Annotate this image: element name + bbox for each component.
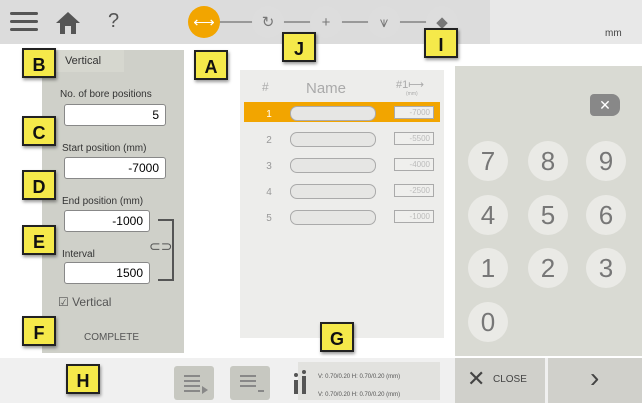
mode-rotate-icon[interactable]: ↻ [252,6,284,38]
key-2[interactable]: 2 [528,248,568,288]
row-name-field[interactable] [290,184,376,199]
callout-c: C [22,116,56,146]
col-header-num: # [262,80,269,94]
col-header-position-unit: (mm) [406,91,418,97]
complete-button[interactable]: COMPLETE [84,332,139,343]
tolerance-line-1: V: 0.70/0.20 H: 0.70/0.20 (mm) [318,374,401,380]
row-num: 1 [266,109,272,120]
link-icon[interactable]: ⊂⊃ [149,238,172,255]
vertical-checkbox[interactable]: ☑ Vertical [58,295,111,309]
close-button[interactable]: ✕ CLOSE [455,358,545,403]
remove-row-icon[interactable] [230,366,270,400]
key-7[interactable]: 7 [468,141,508,181]
tolerance-info: V: 0.70/0.20 H: 0.70/0.20 (mm) V: 0.70/0… [294,362,440,400]
help-icon[interactable]: ? [108,10,119,33]
end-position-input[interactable]: -1000 [64,210,150,232]
row-num: 4 [266,187,272,198]
mode-plumb-icon[interactable]: ⩛ [368,6,400,38]
tolerance-line-2: V: 0.70/0.20 H: 0.70/0.20 (mm) [318,392,401,398]
tolerance-icon [294,370,306,394]
row-name-field[interactable] [290,158,376,173]
key-0[interactable]: 0 [468,302,508,342]
row-value[interactable]: -5500 [394,132,434,145]
mode-vertical-distance-icon[interactable]: ⟷ [188,6,220,38]
key-8[interactable]: 8 [528,141,568,181]
key-5[interactable]: 5 [528,195,568,235]
col-header-name: Name [306,80,347,97]
row-name-field[interactable] [290,210,376,225]
callout-i: I [424,28,458,58]
unit-label: mm [605,28,622,39]
next-button[interactable]: › [548,358,642,403]
key-9[interactable]: 9 [586,141,626,181]
close-label: CLOSE [493,374,527,385]
row-name-field[interactable] [290,106,376,121]
callout-g: G [320,322,354,352]
row-num: 2 [266,135,272,146]
row-value[interactable]: -4000 [394,158,434,171]
row-value[interactable]: -2500 [394,184,434,197]
menu-icon[interactable] [10,12,38,34]
callout-h: H [66,364,100,394]
row-name-field[interactable] [290,132,376,147]
callout-e: E [22,225,56,255]
bore-positions-label: No. of bore positions [60,89,152,100]
backspace-icon[interactable]: ✕ [590,94,620,116]
callout-d: D [22,170,56,200]
checkbox-icon: ☑ [58,295,73,309]
bore-positions-input[interactable]: 5 [64,104,166,126]
callout-b: B [22,48,56,78]
col-header-position: #1⟼ [396,79,425,91]
key-6[interactable]: 6 [586,195,626,235]
interval-label: Interval [62,249,95,260]
key-4[interactable]: 4 [468,195,508,235]
close-icon: ✕ [467,366,486,391]
callout-a: A [194,50,228,80]
interval-input[interactable]: 1500 [64,262,150,284]
callout-f: F [22,316,56,346]
add-row-icon[interactable] [174,366,214,400]
key-1[interactable]: 1 [468,248,508,288]
row-value[interactable]: -7000 [394,106,434,119]
row-value[interactable]: -1000 [394,210,434,223]
row-num: 5 [266,213,272,224]
vertical-checkbox-label: Vertical [72,295,112,309]
end-position-label: End position (mm) [62,196,144,207]
next-arrow-icon: › [590,362,600,393]
start-position-input[interactable]: -7000 [64,157,166,179]
home-icon[interactable] [54,10,82,36]
start-position-label: Start position (mm) [62,143,147,154]
key-3[interactable]: 3 [586,248,626,288]
callout-j: J [282,32,316,62]
row-num: 3 [266,161,272,172]
